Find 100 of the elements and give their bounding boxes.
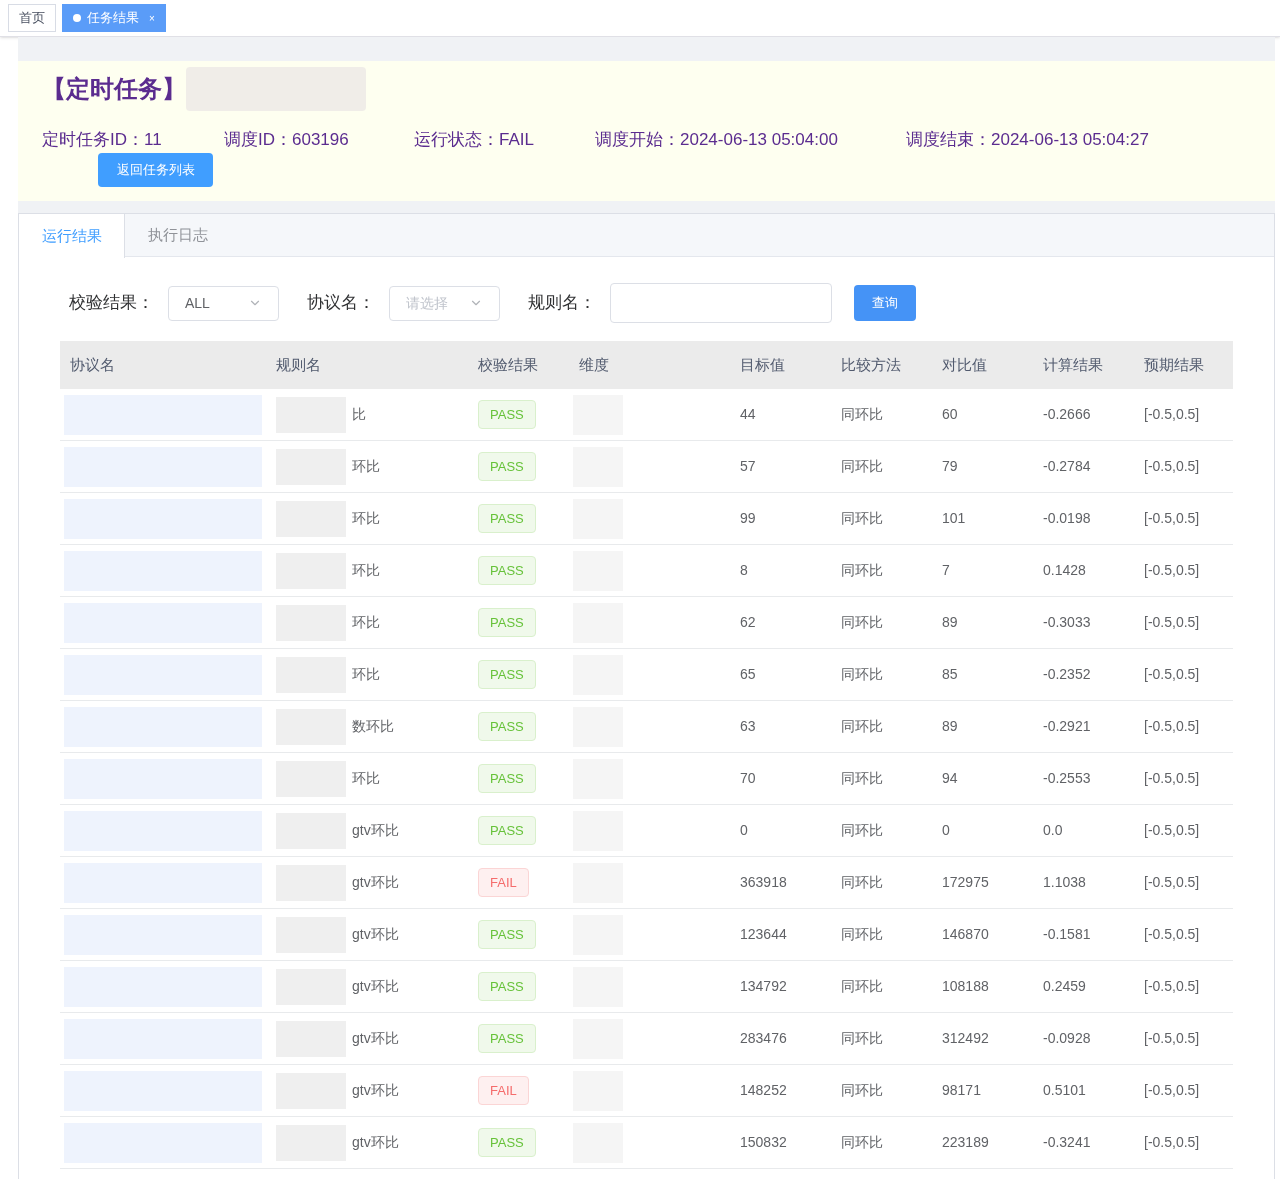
table-cell: -0.2921 — [1043, 718, 1091, 734]
result-tag: FAIL — [478, 1075, 529, 1106]
back-to-list-button[interactable]: 返回任务列表 — [98, 152, 213, 187]
result-tag: PASS — [478, 1023, 536, 1054]
table-cell: -0.1581 — [1043, 926, 1091, 942]
result-tag: PASS — [478, 919, 536, 950]
table-cell: 89 — [942, 614, 958, 630]
table-cell: [-0.5,0.5] — [1144, 978, 1200, 994]
filter-label: 校验结果： — [69, 292, 154, 315]
column-header: 协议名 — [70, 356, 115, 373]
table-cell: -0.2352 — [1043, 666, 1091, 682]
table-cell: 同环比 — [841, 614, 883, 630]
column-header: 对比值 — [942, 356, 987, 373]
table-cell: 146870 — [942, 926, 989, 942]
table-cell: 363918 — [740, 874, 787, 890]
table-cell: 同环比 — [841, 458, 883, 474]
table-cell: [-0.5,0.5] — [1144, 874, 1200, 890]
table-cell-text: 环比 — [352, 561, 380, 580]
table-cell: 223189 — [942, 1134, 989, 1150]
table-cell: [-0.5,0.5] — [1144, 562, 1200, 578]
table-cell: [-0.5,0.5] — [1144, 770, 1200, 786]
table-cell: 同环比 — [841, 406, 883, 422]
result-tag: FAIL — [478, 867, 529, 898]
task-field: 调度ID：603196 — [224, 127, 414, 153]
table-cell: 0.5101 — [1043, 1082, 1086, 1098]
table-cell-text: 环比 — [352, 769, 380, 788]
content-tab[interactable]: 运行结果 — [19, 214, 125, 258]
table-cell: 同环比 — [841, 1134, 883, 1150]
table-cell-text: 环比 — [352, 665, 380, 684]
table-cell: 98171 — [942, 1082, 981, 1098]
table-cell: 89 — [942, 718, 958, 734]
table-cell: 0.1428 — [1043, 562, 1086, 578]
table-cell: [-0.5,0.5] — [1144, 822, 1200, 838]
task-field: 运行状态：FAIL — [414, 127, 595, 153]
table-cell-text: gtv环比 — [352, 1081, 399, 1100]
table-cell: [-0.5,0.5] — [1144, 718, 1200, 734]
filter-label: 协议名： — [307, 292, 375, 315]
result-tag: PASS — [478, 555, 536, 586]
table-cell-text: 环比 — [352, 457, 380, 476]
table-cell-text: gtv环比 — [352, 925, 399, 944]
table-cell: 同环比 — [841, 1030, 883, 1046]
page-tab[interactable]: 首页 — [8, 4, 56, 32]
table-cell: -0.3241 — [1043, 1134, 1091, 1150]
result-tag: PASS — [478, 659, 536, 690]
column-header: 比较方法 — [841, 356, 901, 373]
table-cell: 79 — [942, 458, 958, 474]
table-cell: 123644 — [740, 926, 787, 942]
table-cell: -0.2553 — [1043, 770, 1091, 786]
table-cell-text: gtv环比 — [352, 873, 399, 892]
result-tag: PASS — [478, 711, 536, 742]
page-tab[interactable]: 任务结果 × — [62, 4, 166, 32]
query-button[interactable]: 查询 — [854, 285, 916, 321]
column-header: 校验结果 — [478, 356, 538, 373]
table-cell: -0.0198 — [1043, 510, 1091, 526]
table-cell: -0.0928 — [1043, 1030, 1091, 1046]
table-cell-text: 比 — [352, 405, 366, 424]
content-tab[interactable]: 执行日志 — [125, 214, 231, 257]
table-cell-text: gtv环比 — [352, 821, 399, 840]
filter-label: 规则名： — [528, 292, 596, 315]
select-field[interactable]: 请选择 — [389, 285, 500, 321]
table-cell: 1.1038 — [1043, 874, 1086, 890]
table-cell: 0.0 — [1043, 822, 1063, 838]
result-tag: PASS — [478, 1127, 536, 1158]
column-header: 计算结果 — [1043, 356, 1103, 373]
table-cell-text: gtv环比 — [352, 1029, 399, 1048]
table-cell: 同环比 — [841, 666, 883, 682]
result-tag: PASS — [478, 503, 536, 534]
table-cell: 70 — [740, 770, 756, 786]
table-cell: [-0.5,0.5] — [1144, 406, 1200, 422]
select-field[interactable]: ALL — [168, 285, 279, 321]
column-header: 预期结果 — [1144, 356, 1204, 373]
task-title: 【定时任务】 — [42, 74, 186, 104]
column-header: 规则名 — [276, 356, 321, 373]
rule-name-input[interactable] — [610, 283, 832, 323]
result-tag: PASS — [478, 399, 536, 430]
table-cell: 108188 — [942, 978, 989, 994]
table-cell-text: 环比 — [352, 613, 380, 632]
result-tag: PASS — [478, 763, 536, 794]
task-field: 调度结束：2024-06-13 05:04:27 — [906, 127, 1206, 153]
column-header: 维度 — [579, 356, 609, 373]
table-cell: 同环比 — [841, 562, 883, 578]
table-cell: -0.3033 — [1043, 614, 1091, 630]
table-cell: 同环比 — [841, 718, 883, 734]
table-cell: 7 — [942, 562, 950, 578]
table-cell: 312492 — [942, 1030, 989, 1046]
table-cell-text: gtv环比 — [352, 977, 399, 996]
close-icon[interactable]: × — [149, 10, 155, 26]
table-cell-text: 环比 — [352, 509, 380, 528]
table-cell: 63 — [740, 718, 756, 734]
table-cell: 同环比 — [841, 770, 883, 786]
result-tag: PASS — [478, 607, 536, 638]
table-cell: 172975 — [942, 874, 989, 890]
table-cell-text: 数环比 — [352, 717, 394, 736]
result-tag: PASS — [478, 815, 536, 846]
task-field: 调度开始：2024-06-13 05:04:00 — [595, 127, 906, 153]
table-cell: 150832 — [740, 1134, 787, 1150]
table-cell: 8 — [740, 562, 748, 578]
table-cell: [-0.5,0.5] — [1144, 666, 1200, 682]
table-cell: 44 — [740, 406, 756, 422]
table-cell: [-0.5,0.5] — [1144, 458, 1200, 474]
